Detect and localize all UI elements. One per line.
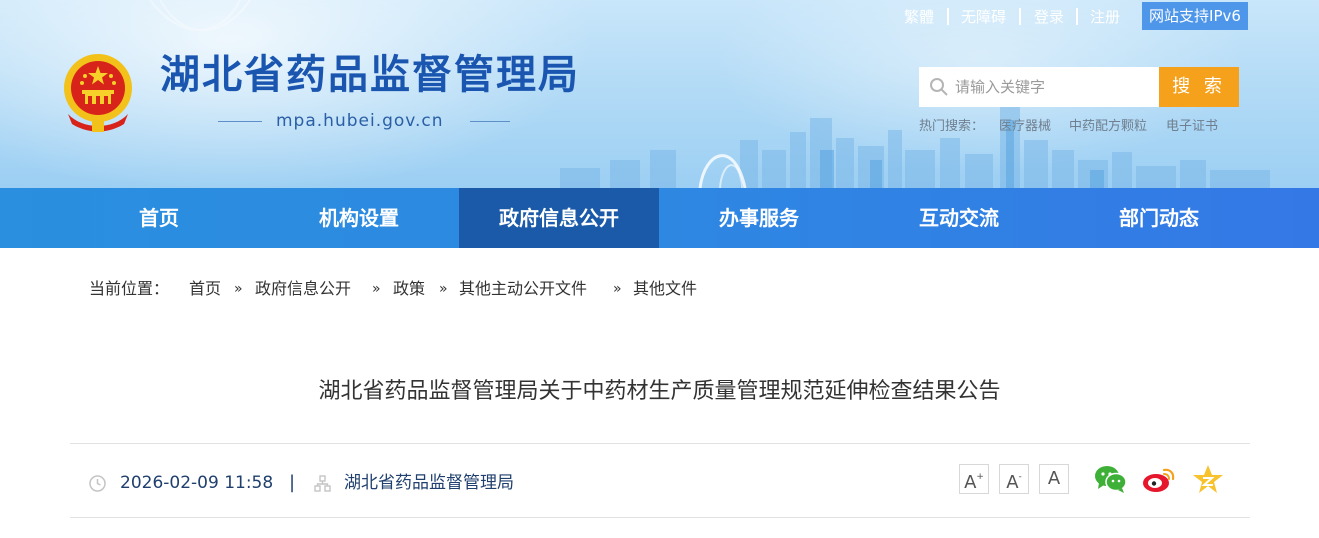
site-title[interactable]: 湖北省药品监督管理局 xyxy=(160,50,580,100)
font-increase-label: A xyxy=(964,472,977,493)
nav-item-gov-info[interactable]: 政府信息公开 xyxy=(459,188,659,248)
hot-search-label: 热门搜索： xyxy=(919,119,985,134)
publish-date: 2026-02-09 11:58 xyxy=(120,473,274,493)
font-decrease-button[interactable]: A- xyxy=(999,464,1029,494)
breadcrumb-item-current[interactable]: 其他文件 xyxy=(633,276,697,302)
accessibility-link[interactable]: 无障碍 xyxy=(961,6,1006,28)
top-link-divider xyxy=(1076,8,1078,25)
domain-line-left xyxy=(218,121,262,122)
weibo-icon[interactable] xyxy=(1142,464,1176,494)
breadcrumb-separator: » xyxy=(439,281,448,297)
top-link-divider xyxy=(1019,8,1021,25)
breadcrumb-item[interactable]: 政策 xyxy=(393,276,425,302)
domain-text: mpa.hubei.gov.cn xyxy=(276,111,444,131)
divider-bottom xyxy=(70,517,1250,518)
nav-item-services[interactable]: 办事服务 xyxy=(659,188,859,248)
article-source: 湖北省药品监督管理局 xyxy=(344,473,514,493)
search-icon xyxy=(930,78,948,96)
article-title: 湖北省药品监督管理局关于中药材生产质量管理规范延伸检查结果公告 xyxy=(318,379,1001,404)
wechat-icon[interactable] xyxy=(1094,464,1128,494)
plus-icon: + xyxy=(976,472,984,482)
breadcrumb-item[interactable]: 其他主动公开文件 xyxy=(459,276,587,302)
qzone-icon[interactable] xyxy=(1192,464,1224,494)
national-emblem xyxy=(64,54,132,132)
clock-icon xyxy=(89,475,106,492)
font-increase-button[interactable]: A+ xyxy=(959,464,989,494)
nav-item-home[interactable]: 首页 xyxy=(59,188,259,248)
login-link[interactable]: 登录 xyxy=(1034,6,1064,28)
nav-item-organization[interactable]: 机构设置 xyxy=(259,188,459,248)
site-header: 湖北省药品监督管理局 mpa.hubei.gov.cn 繁體 无障碍 登录 注册… xyxy=(0,0,1319,188)
nav-item-interaction[interactable]: 互动交流 xyxy=(859,188,1059,248)
main-nav: 首页 机构设置 政府信息公开 办事服务 互动交流 部门动态 xyxy=(0,188,1319,248)
domain-line-right xyxy=(470,121,510,122)
meta-separator: | xyxy=(289,472,296,493)
organization-icon xyxy=(314,475,331,492)
nav-item-dept-news[interactable]: 部门动态 xyxy=(1059,188,1259,248)
top-link-divider xyxy=(947,8,949,25)
search-input[interactable] xyxy=(955,67,1151,107)
ipv6-badge[interactable]: 网站支持IPv6 xyxy=(1142,2,1248,30)
breadcrumb-item[interactable]: 首页 xyxy=(189,276,221,302)
breadcrumb-separator: » xyxy=(613,281,622,297)
breadcrumb-label: 当前位置： xyxy=(89,279,170,298)
breadcrumb-separator: » xyxy=(372,281,381,297)
search-button[interactable]: 搜 索 xyxy=(1159,67,1239,107)
register-link[interactable]: 注册 xyxy=(1090,6,1120,28)
hot-search-item[interactable]: 中药配方颗粒 xyxy=(1069,116,1147,138)
breadcrumb-item[interactable]: 政府信息公开 xyxy=(255,276,351,302)
divider-top xyxy=(70,443,1250,444)
search-box xyxy=(919,67,1159,107)
breadcrumb-separator: » xyxy=(234,281,243,297)
traditional-chinese-link[interactable]: 繁體 xyxy=(904,6,934,28)
hot-search-item[interactable]: 医疗器械 xyxy=(999,116,1051,138)
minus-icon: - xyxy=(1018,472,1022,482)
hot-search-item[interactable]: 电子证书 xyxy=(1166,116,1218,138)
site-domain: mpa.hubei.gov.cn xyxy=(218,108,510,134)
font-reset-button[interactable]: A xyxy=(1039,464,1069,494)
font-decrease-label: A xyxy=(1006,472,1019,493)
